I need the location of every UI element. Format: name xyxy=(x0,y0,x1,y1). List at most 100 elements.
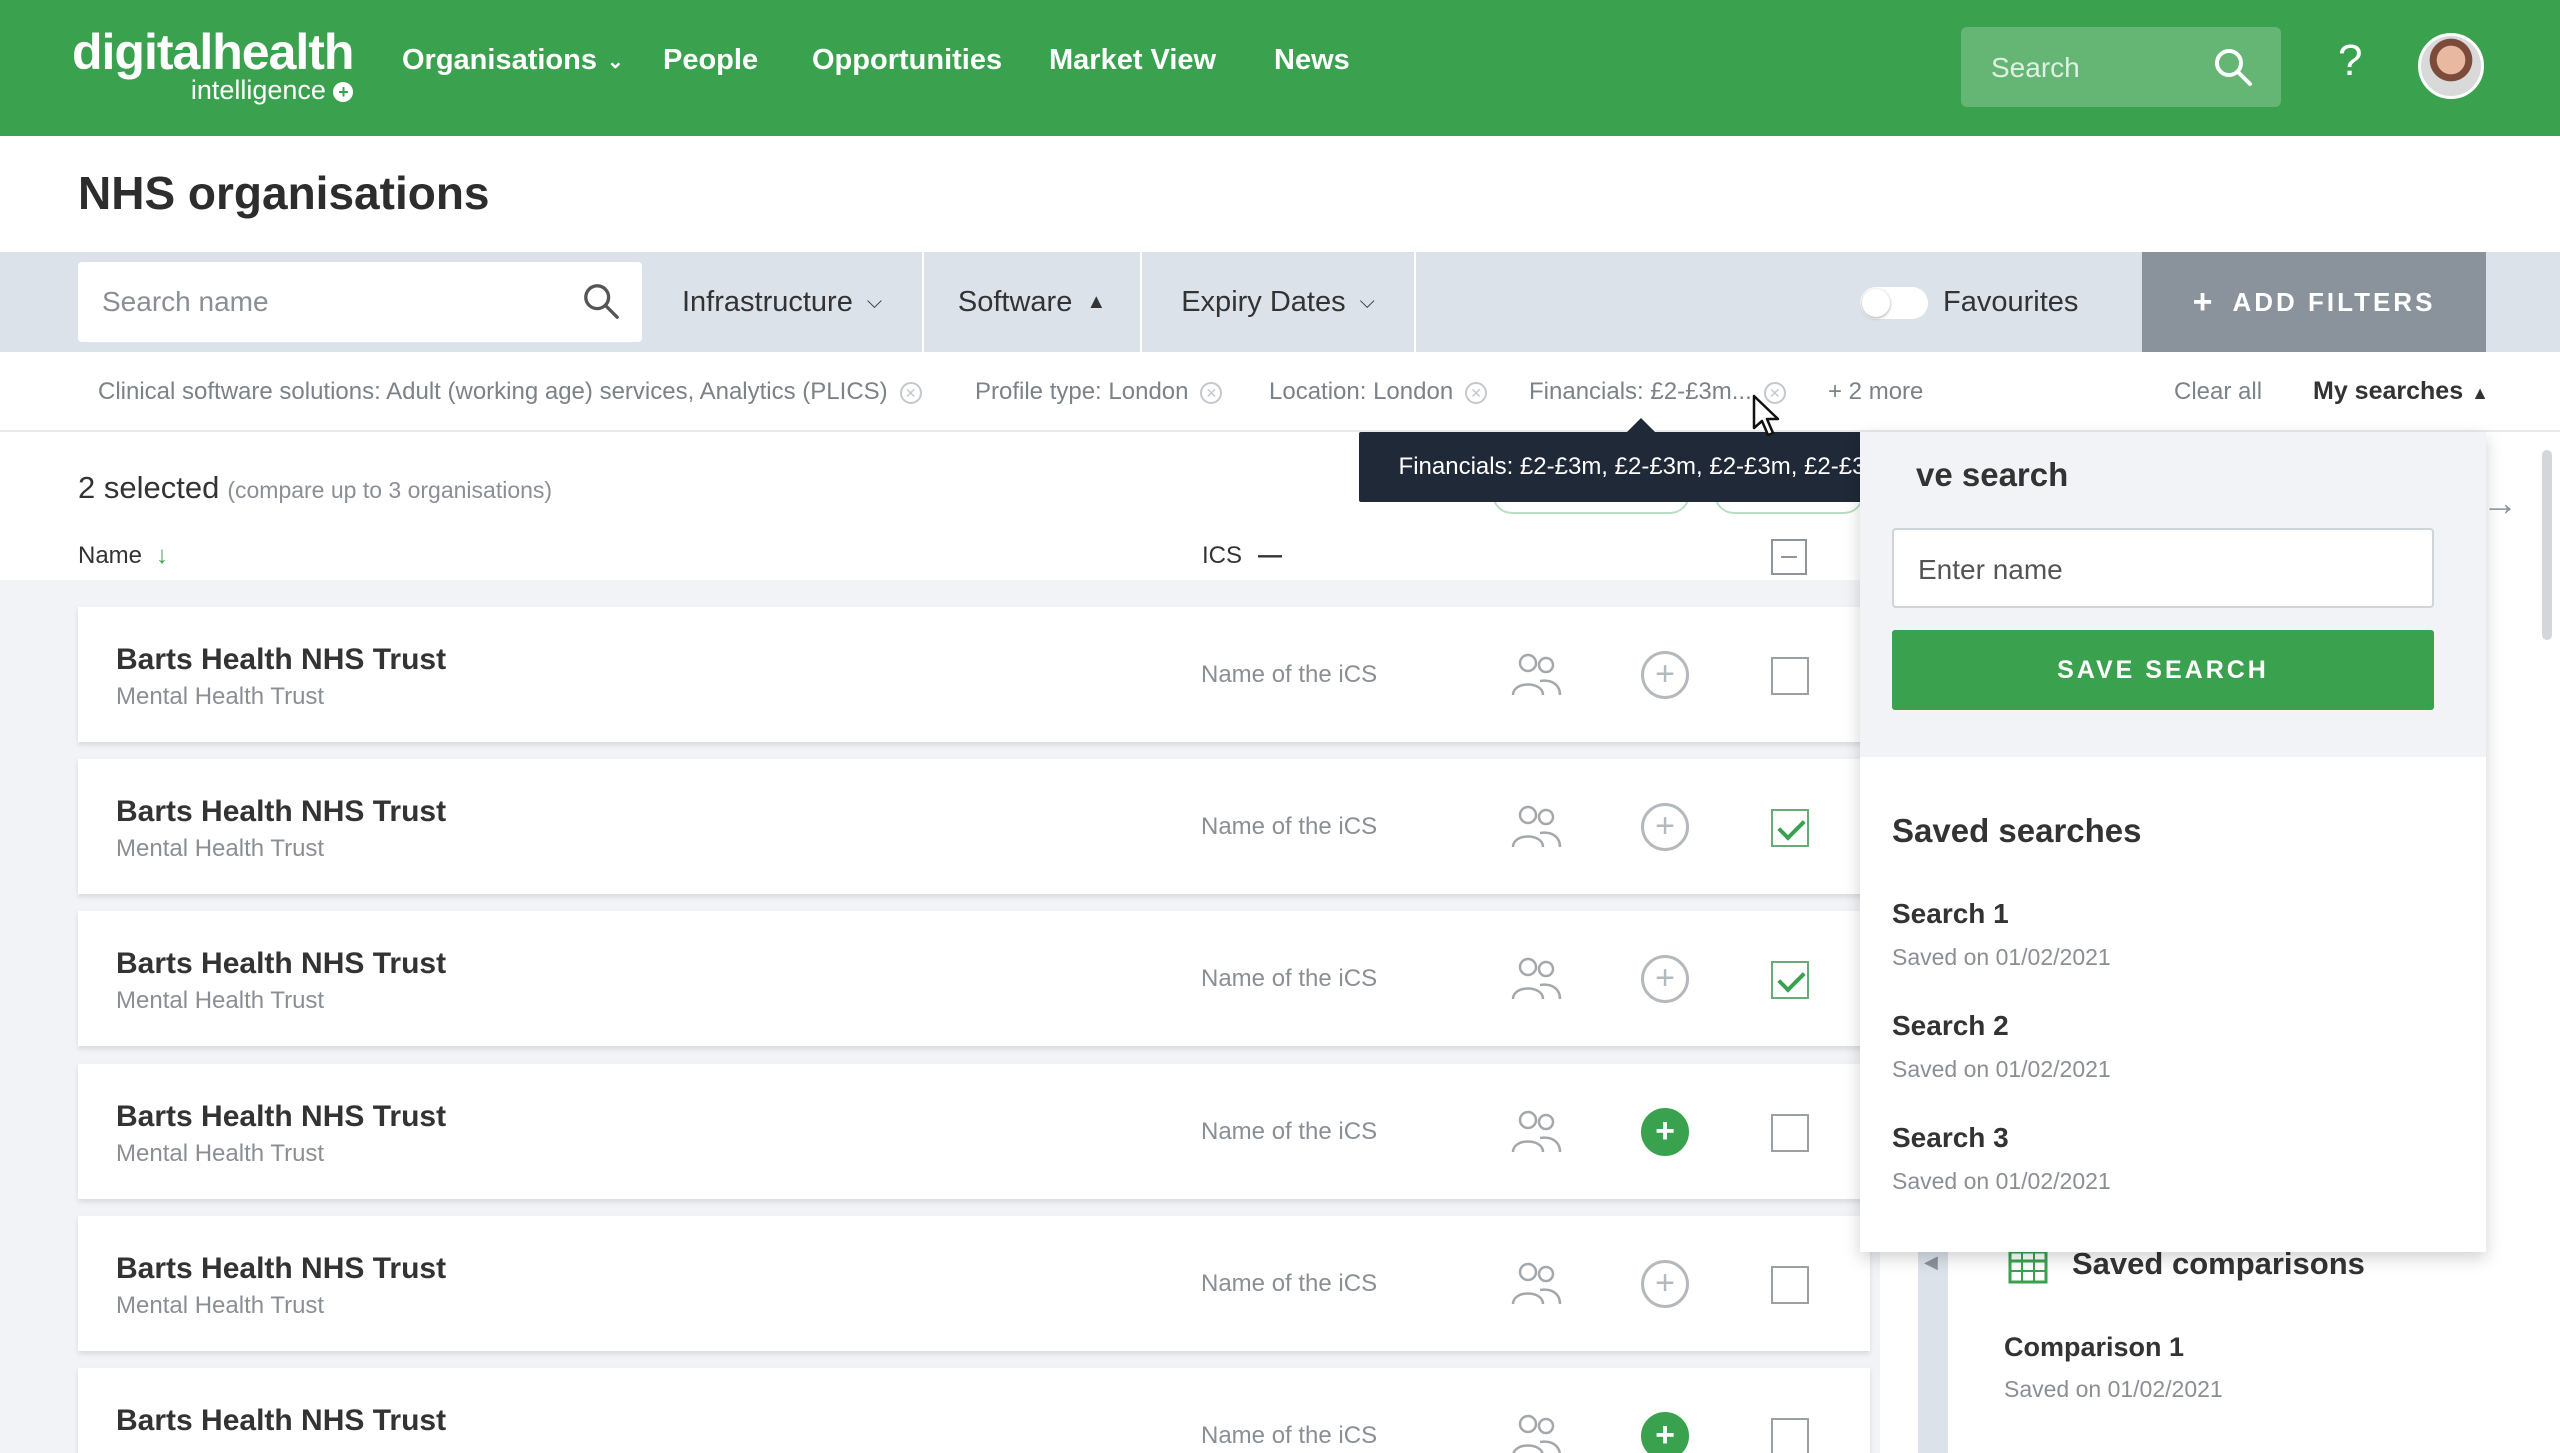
people-icon[interactable] xyxy=(1510,1108,1562,1161)
add-to-favourites-icon[interactable]: + xyxy=(1641,803,1689,851)
organisation-name[interactable]: Barts Health NHS Trust xyxy=(116,1252,446,1286)
saved-searches-title: Saved searches xyxy=(1892,812,2142,849)
search-icon[interactable] xyxy=(582,282,620,325)
favourites-toggle[interactable] xyxy=(1860,287,1928,319)
close-icon[interactable]: ✕ xyxy=(1465,381,1488,404)
search-name-field-placeholder: Enter name xyxy=(1918,554,2063,585)
page-title: NHS organisations xyxy=(78,167,490,219)
nav-people[interactable]: People xyxy=(663,44,758,77)
table-row[interactable]: Barts Health NHS Trust Mental Health Trus… xyxy=(78,758,1870,894)
table-icon xyxy=(2008,1250,2048,1289)
compare-checkbox[interactable] xyxy=(1771,809,1809,847)
saved-search-item[interactable]: Search 3 xyxy=(1892,1122,2009,1154)
software-dropdown[interactable]: Software ▲ xyxy=(924,252,1142,352)
expiry-dates-dropdown[interactable]: Expiry Dates ⌵ xyxy=(1142,252,1416,352)
people-icon[interactable] xyxy=(1510,803,1562,856)
people-icon[interactable] xyxy=(1510,1260,1562,1313)
filter-chip-financials[interactable]: Financials: £2-£3m... ✕ xyxy=(1529,378,1786,406)
chevron-down-icon: ⌄ xyxy=(607,50,624,73)
arrow-right-icon[interactable]: → xyxy=(2482,482,2518,524)
more-filters-link[interactable]: + 2 more xyxy=(1828,378,1923,406)
clear-all-button[interactable]: Clear all xyxy=(2174,378,2262,406)
table-row[interactable]: Barts Health NHS Trust Mental Health Trus… xyxy=(78,1215,1870,1351)
nav-market-view[interactable]: Market View xyxy=(1049,44,1216,77)
header-search-input[interactable]: Search xyxy=(1961,27,2281,107)
my-searches-dropdown: ve search Enter name SAVE SEARCH Saved s… xyxy=(1860,432,2486,1252)
organisation-name[interactable]: Barts Health NHS Trust xyxy=(116,1404,446,1438)
nav-news[interactable]: News xyxy=(1274,44,1350,77)
search-icon[interactable] xyxy=(2213,47,2253,92)
financials-tooltip: Financials: £2-£3m, £2-£3m, £2-£3m, £2-£… xyxy=(1359,418,1925,502)
sort-arrow-down-icon[interactable]: ↓ xyxy=(156,542,168,569)
add-filters-button[interactable]: + ADD FILTERS xyxy=(2142,252,2486,352)
comparison-item[interactable]: Comparison 1 xyxy=(2004,1332,2184,1363)
close-icon[interactable]: ✕ xyxy=(899,381,922,404)
compare-checkbox[interactable] xyxy=(1771,657,1809,695)
search-name-input[interactable]: Search name xyxy=(78,262,642,342)
collapse-dash-icon[interactable]: — xyxy=(1258,542,1282,569)
compare-checkbox[interactable] xyxy=(1771,1266,1809,1304)
logo-main-text: digitalhealth xyxy=(72,24,354,80)
filter-chip-profile-type[interactable]: Profile type: London ✕ xyxy=(975,378,1223,406)
filter-chip-clinical-software[interactable]: Clinical software solutions: Adult (work… xyxy=(98,378,922,406)
chevron-up-icon: ▲ xyxy=(2471,383,2489,403)
nav-opportunities[interactable]: Opportunities xyxy=(812,44,1002,77)
filter-chip-location[interactable]: Location: London ✕ xyxy=(1269,378,1488,406)
scrollbar[interactable] xyxy=(2542,450,2552,640)
column-header-ics[interactable]: ICS — xyxy=(1202,542,1282,570)
compare-checkbox[interactable] xyxy=(1771,1114,1809,1152)
add-to-favourites-icon[interactable]: + xyxy=(1641,1260,1689,1308)
compare-checkbox[interactable] xyxy=(1771,961,1809,999)
people-icon[interactable] xyxy=(1510,1412,1562,1453)
organisation-name[interactable]: Barts Health NHS Trust xyxy=(116,947,446,981)
expiry-dates-label: Expiry Dates xyxy=(1181,285,1346,318)
compare-checkbox[interactable] xyxy=(1771,1418,1809,1453)
my-searches-button[interactable]: My searches ▲ xyxy=(2313,377,2489,406)
selected-count-text: 2 selected xyxy=(78,470,220,505)
organisation-name[interactable]: Barts Health NHS Trust xyxy=(116,643,446,677)
saved-search-date: Saved on 01/02/2021 xyxy=(1892,1168,2111,1194)
chip-label: Location: London xyxy=(1269,378,1454,405)
user-avatar[interactable] xyxy=(2418,33,2484,99)
add-to-favourites-icon[interactable]: + xyxy=(1641,1412,1689,1453)
nav-organisations-label: Organisations xyxy=(402,44,597,76)
table-row[interactable]: Barts Health NHS Trust Mental Health Trus… xyxy=(78,606,1870,742)
selection-count: 2 selected (compare up to 3 organisations… xyxy=(78,470,552,506)
compare-hint: (compare up to 3 organisations) xyxy=(227,477,553,503)
organisation-name[interactable]: Barts Health NHS Trust xyxy=(116,1100,446,1134)
select-all-checkbox[interactable] xyxy=(1771,539,1807,575)
add-to-favourites-icon[interactable]: + xyxy=(1641,1108,1689,1156)
digitalhealth-logo[interactable]: digitalhealth intelligence + xyxy=(72,24,354,104)
search-name-placeholder: Search name xyxy=(102,286,269,317)
chevron-left-icon[interactable]: ◀ xyxy=(1924,1252,1938,1273)
my-searches-label: My searches xyxy=(2313,377,2464,405)
saved-search-date: Saved on 01/02/2021 xyxy=(1892,1056,2111,1082)
table-row[interactable]: Barts Health NHS Trust Mental Health Trus… xyxy=(78,1063,1870,1199)
add-to-favourites-icon[interactable]: + xyxy=(1641,651,1689,699)
comparison-date: Saved on 01/02/2021 xyxy=(2004,1376,2223,1402)
infrastructure-dropdown[interactable]: Infrastructure ⌵ xyxy=(642,252,924,352)
table-row[interactable]: Barts Health NHS Trust Name of the iCS + xyxy=(78,1367,1870,1453)
add-to-favourites-icon[interactable]: + xyxy=(1641,955,1689,1003)
close-icon[interactable]: ✕ xyxy=(1200,381,1223,404)
plus-icon: + xyxy=(2192,282,2213,321)
column-header-name[interactable]: Name ↓ xyxy=(78,542,168,570)
toggle-knob xyxy=(1862,289,1890,317)
chip-label: Profile type: London xyxy=(975,378,1189,405)
logo-plus-icon: + xyxy=(333,81,354,102)
ics-name: Name of the iCS xyxy=(1201,965,1378,992)
search-name-field[interactable]: Enter name xyxy=(1892,528,2434,608)
saved-search-item[interactable]: Search 2 xyxy=(1892,1010,2009,1042)
people-icon[interactable] xyxy=(1510,955,1562,1008)
saved-search-item[interactable]: Search 1 xyxy=(1892,898,2009,930)
save-search-button[interactable]: SAVE SEARCH xyxy=(1892,630,2434,710)
table-row[interactable]: Barts Health NHS Trust Mental Health Trus… xyxy=(78,910,1870,1046)
column-ics-label: ICS xyxy=(1202,542,1243,569)
organisation-type: Mental Health Trust xyxy=(116,1140,325,1167)
organisation-type: Mental Health Trust xyxy=(116,1292,325,1319)
saved-search-date: Saved on 01/02/2021 xyxy=(1892,944,2111,970)
organisation-name[interactable]: Barts Health NHS Trust xyxy=(116,795,446,829)
people-icon[interactable] xyxy=(1510,651,1562,704)
nav-organisations[interactable]: Organisations ⌄ xyxy=(402,44,624,77)
help-icon[interactable]: ? xyxy=(2338,36,2362,86)
